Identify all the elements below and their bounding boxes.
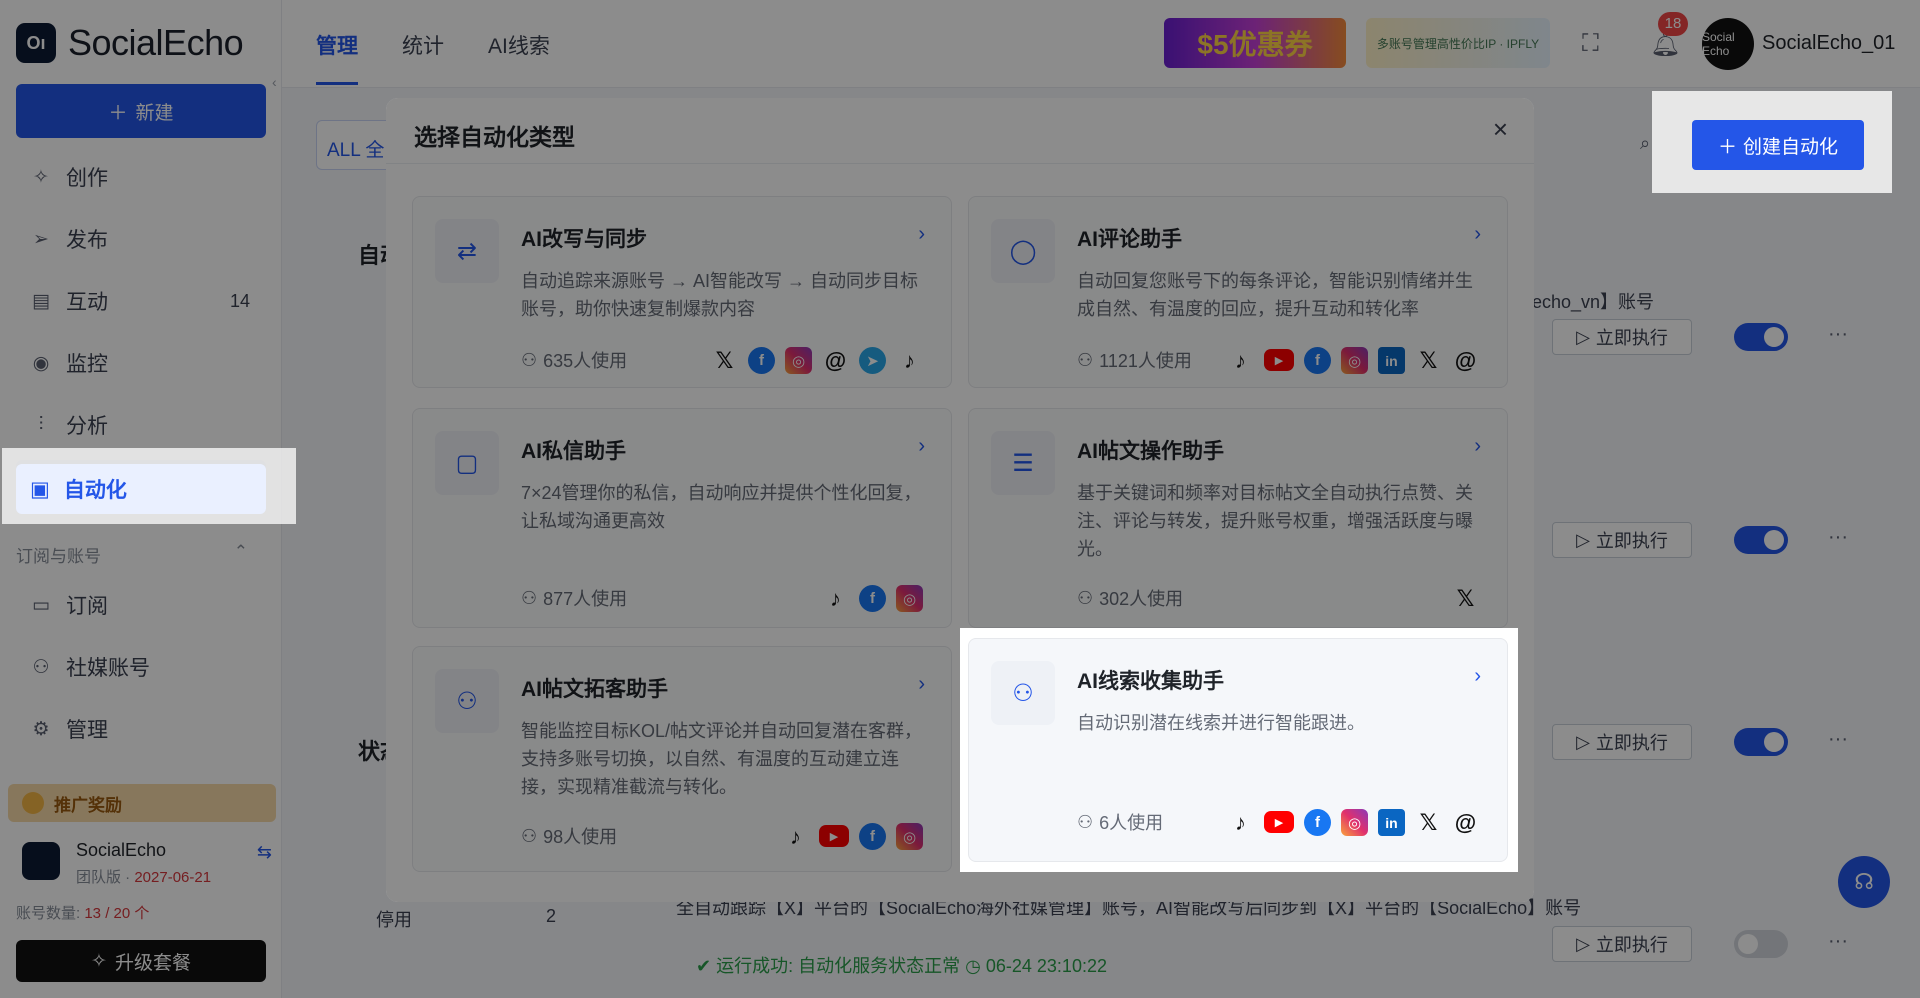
card-usage: ⚇ 6人使用 bbox=[1077, 809, 1163, 835]
plus-icon: ＋ bbox=[1717, 136, 1737, 158]
sidebar-item-label: 自动化 bbox=[63, 479, 127, 502]
create-automation-button[interactable]: ＋ 创建自动化 bbox=[1692, 120, 1864, 170]
youtube-icon: ▶ bbox=[1264, 811, 1294, 833]
user-add-icon: ⚇ bbox=[991, 661, 1055, 725]
robot-icon: ▣ bbox=[30, 477, 50, 501]
card-title: AI线索收集助手 bbox=[1077, 670, 1224, 693]
platform-list: ♪ ▶ f ◎ in 𝕏 @ bbox=[1227, 809, 1479, 836]
linkedin-icon: in bbox=[1378, 809, 1405, 836]
card-usage-count: 6人使用 bbox=[1099, 813, 1164, 833]
sidebar-item-automation-highlight[interactable]: ▣ 自动化 bbox=[16, 464, 266, 514]
tiktok-icon: ♪ bbox=[1235, 809, 1246, 835]
chevron-right-icon: › bbox=[1474, 665, 1481, 687]
facebook-icon: f bbox=[1304, 809, 1331, 836]
instagram-icon: ◎ bbox=[1341, 809, 1368, 836]
x-icon: 𝕏 bbox=[1419, 809, 1438, 835]
users-icon: ⚇ bbox=[1077, 811, 1094, 832]
card-description: 自动识别潜在线索并进行智能跟进。 bbox=[1077, 713, 1365, 733]
create-automation-label: 创建自动化 bbox=[1743, 136, 1839, 158]
threads-icon: @ bbox=[1454, 809, 1477, 835]
automation-card-lead-collection[interactable]: ⚇ AI线索收集助手 › 自动识别潜在线索并进行智能跟进。 ⚇ 6人使用 ♪ ▶ … bbox=[968, 638, 1508, 862]
